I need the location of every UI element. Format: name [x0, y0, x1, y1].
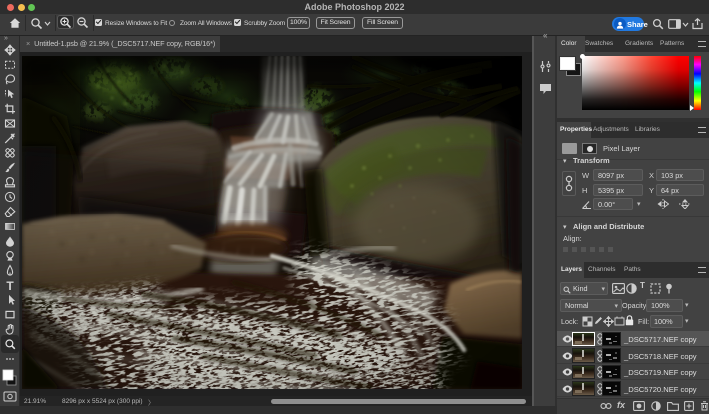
svg-text:T: T [6, 279, 14, 293]
